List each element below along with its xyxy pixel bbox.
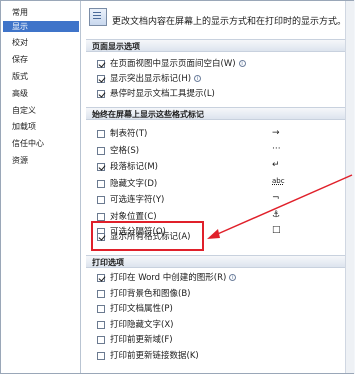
annotation-arrow (207, 174, 353, 239)
